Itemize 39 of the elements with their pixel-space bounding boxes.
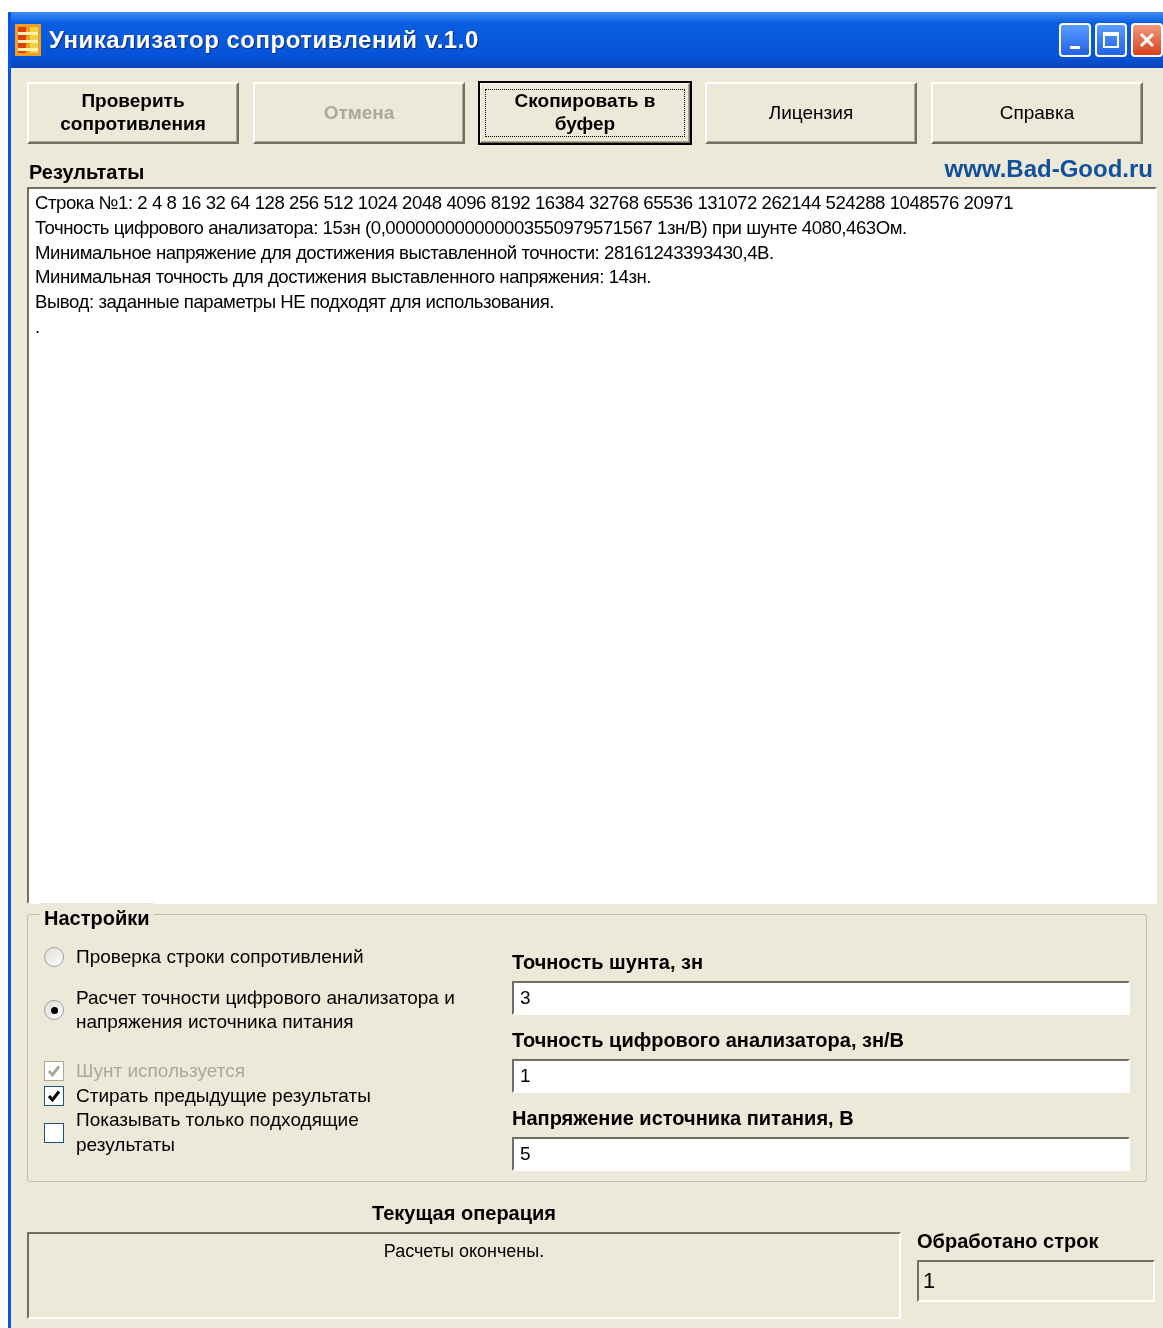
field-label: Точность шунта, зн — [512, 950, 704, 975]
checkbox-label: Шунт используется — [76, 1059, 245, 1084]
field-label: Точность цифрового анализатора, зн/В — [512, 1028, 906, 1053]
operation-label: Текущая операция — [371, 1201, 557, 1226]
radio-button[interactable] — [44, 1000, 64, 1021]
input-field[interactable]: 5 — [512, 1137, 1130, 1171]
toolbar-button[interactable]: Проверить сопротивления — [27, 82, 239, 144]
minimize-button[interactable] — [1059, 23, 1091, 57]
rows-field[interactable]: 1 — [917, 1260, 1155, 1302]
checkbox-label[interactable]: Показывать только подходящие результаты — [76, 1108, 416, 1158]
toolbar-button[interactable]: Скопировать в буфер — [479, 82, 691, 144]
input-field[interactable]: 3 — [512, 981, 1130, 1015]
minimize-icon — [1070, 45, 1080, 49]
result-line: Вывод: заданные параметры НЕ подходят для использования. — [35, 290, 555, 315]
radio-label[interactable]: Расчет точности цифрового анализатора и напряжения источника питания — [76, 985, 456, 1036]
toolbar-button[interactable]: Лицензия — [705, 82, 917, 144]
checkbox-label[interactable]: Стирать предыдущие результаты — [76, 1083, 371, 1109]
close-button[interactable] — [1131, 23, 1163, 57]
checkbox[interactable] — [44, 1086, 64, 1107]
result-line: . — [35, 315, 41, 339]
results-label: Результаты — [29, 160, 145, 185]
close-icon — [1138, 31, 1156, 49]
maximize-button[interactable] — [1095, 23, 1127, 57]
maximize-icon — [1102, 31, 1120, 49]
result-line: Минимальная точность для достижения выставленного напряжения: 14зн. — [35, 265, 653, 290]
radio-button[interactable] — [44, 947, 64, 968]
toolbar-button[interactable]: Справка — [931, 82, 1143, 144]
app-icon — [15, 24, 41, 56]
status-text: Расчеты окончены. — [383, 1241, 545, 1261]
website-link[interactable]: www.Bad-Good.ru — [944, 151, 1153, 187]
result-line: Минимальное напряжение для достижения выставленной точности: 28161243393430,4В. — [35, 240, 775, 265]
checkbox[interactable] — [44, 1123, 64, 1144]
field-label: Напряжение источника питания, В — [512, 1106, 855, 1131]
window-title: Уникализатор сопротивлений v.1.0 — [49, 25, 479, 55]
result-line: Строка №1: 2 4 8 16 32 64 128 256 512 1024 2048 4096 8192 16384 32768 65536 131072 262144 524288 1048576 20971 — [35, 191, 1015, 215]
rows-label: Обработано строк — [917, 1229, 1100, 1254]
result-line: Точность цифрового анализатора: 15зн (0,000000000000003550979571567 1зн/В) при шунте 4080,463Ом. — [35, 215, 908, 240]
input-field[interactable]: 1 — [512, 1059, 1130, 1093]
radio-label[interactable]: Проверка строки сопротивлений — [76, 945, 364, 970]
